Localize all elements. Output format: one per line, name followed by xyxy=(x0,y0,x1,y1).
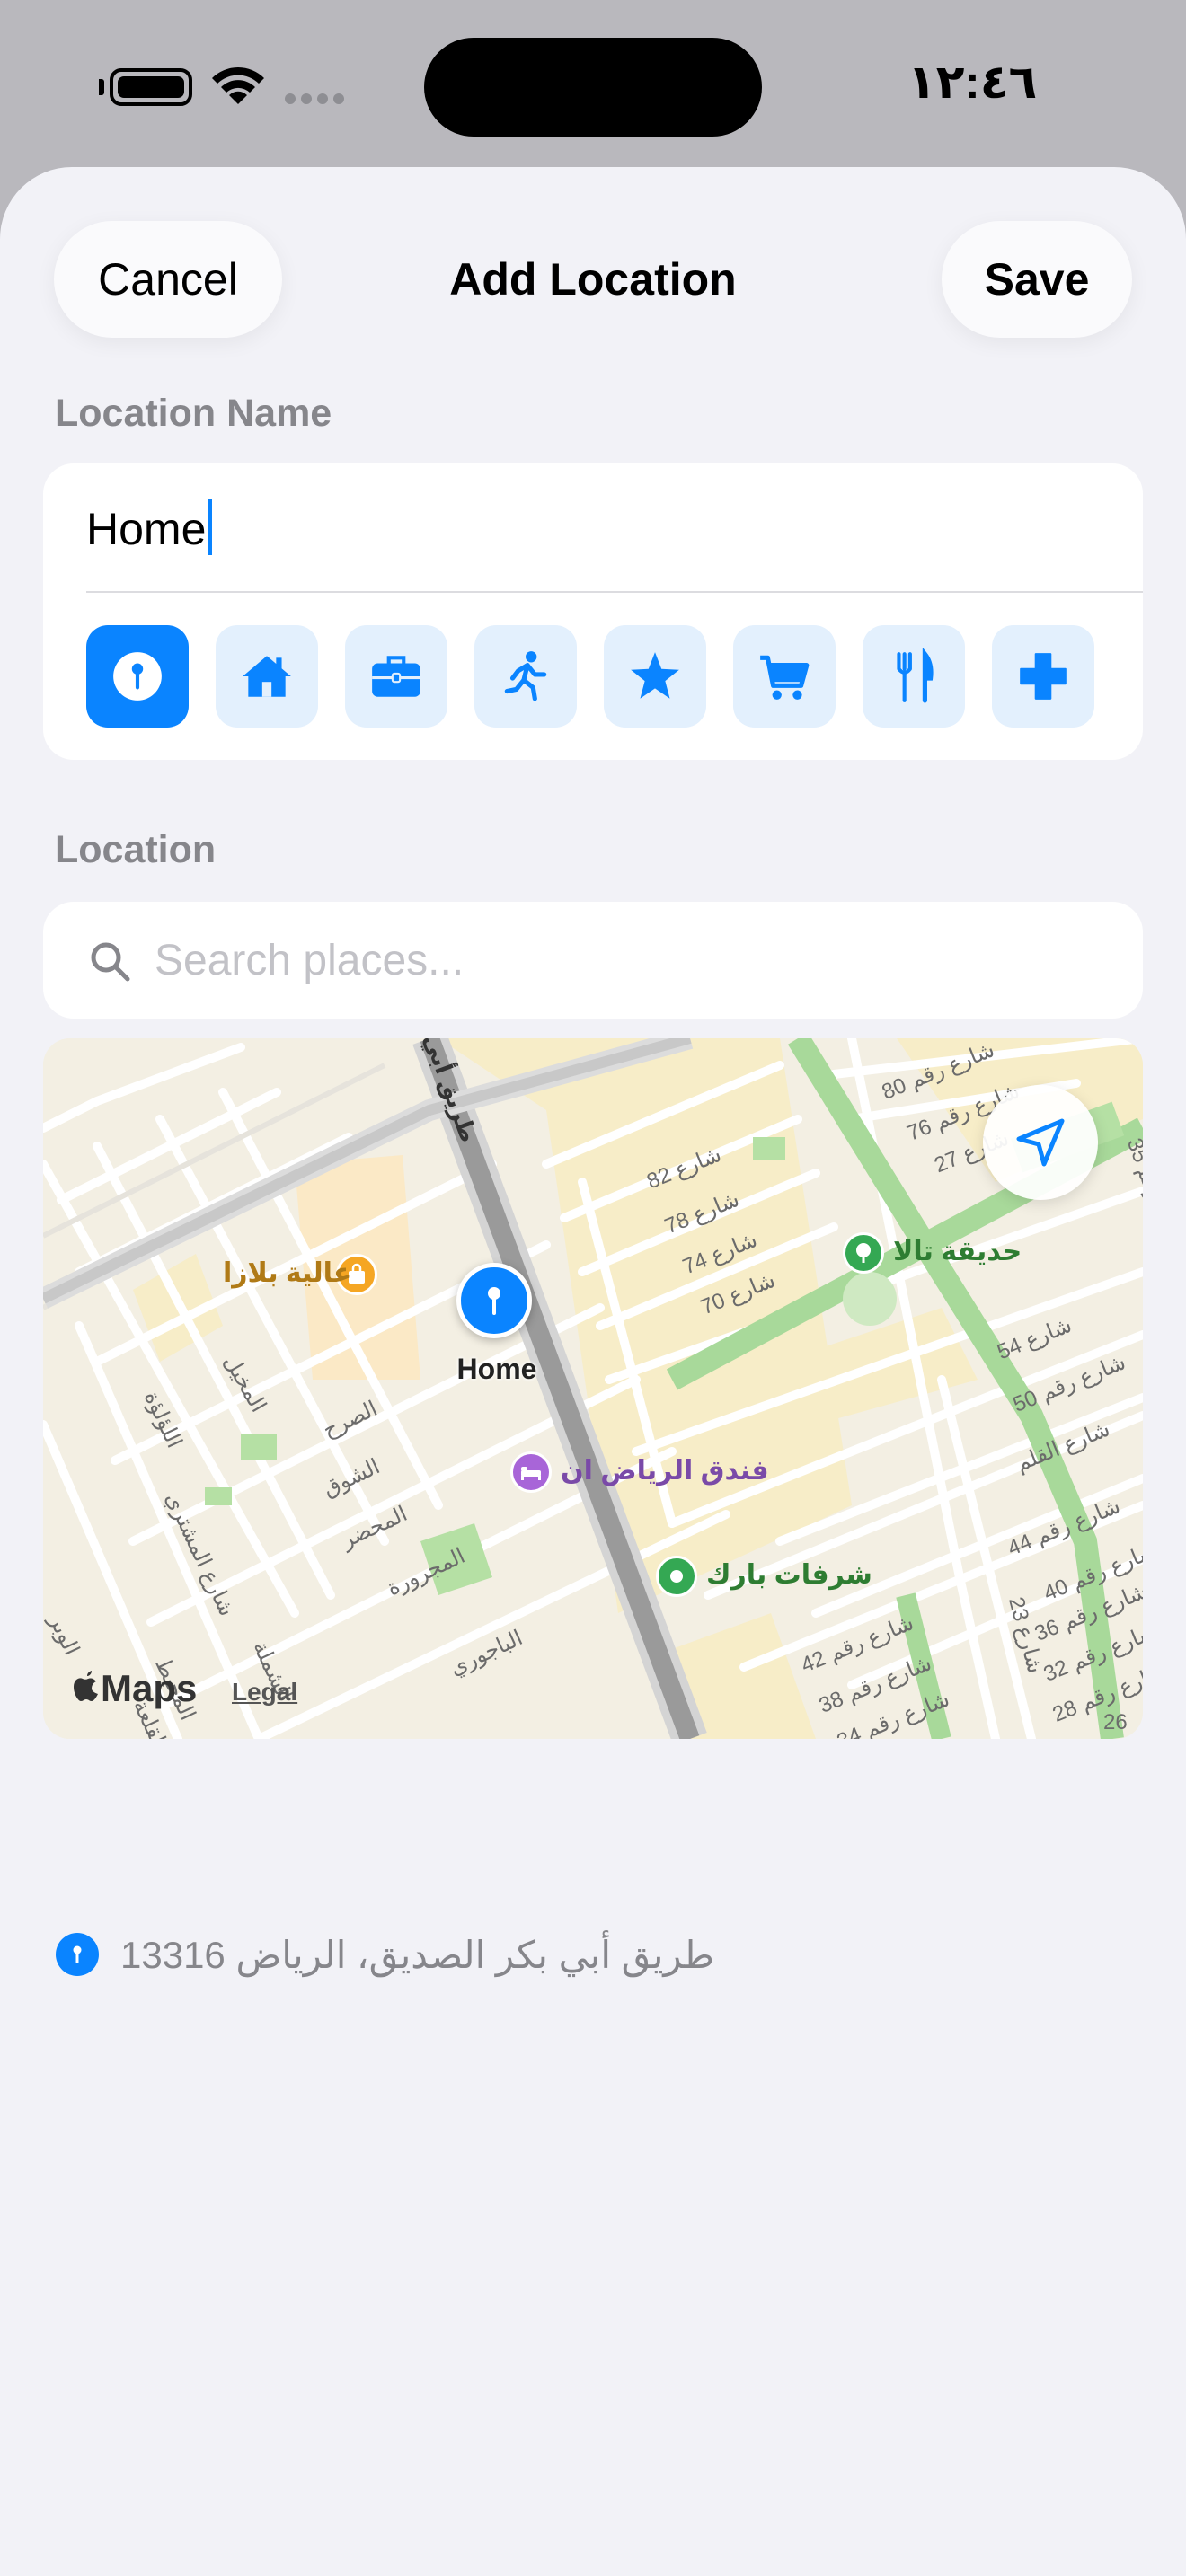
pin-icon xyxy=(488,1287,500,1315)
street-label: 26 xyxy=(1103,1710,1128,1734)
address-pin-icon xyxy=(56,1933,99,1976)
location-label: Location xyxy=(55,828,217,871)
dynamic-island xyxy=(424,38,762,137)
icon-option-house[interactable] xyxy=(216,625,318,728)
cart-icon xyxy=(760,655,810,700)
location-name-value: Home xyxy=(86,504,207,554)
bed-icon[interactable] xyxy=(510,1451,552,1493)
legal-link[interactable]: Legal xyxy=(232,1678,297,1707)
icon-option-star[interactable] xyxy=(604,625,706,728)
maps-attribution: Maps xyxy=(70,1667,197,1710)
place-label-plaza[interactable]: عالية بلازا xyxy=(223,1257,351,1289)
house-icon xyxy=(243,656,291,697)
icon-option-pin[interactable] xyxy=(86,625,189,728)
location-name-input[interactable]: Home xyxy=(86,499,213,555)
map-pin-label: Home xyxy=(456,1353,537,1385)
save-button[interactable]: Save xyxy=(942,221,1132,338)
icon-option-runner[interactable] xyxy=(474,625,577,728)
location-name-card: Home xyxy=(43,463,1143,760)
address-text: طريق أبي بكر الصديق، الرياض 13316 xyxy=(120,1933,714,1976)
icon-option-cross[interactable] xyxy=(992,625,1094,728)
icon-option-cart[interactable] xyxy=(733,625,836,728)
maps-attribution-text: Maps xyxy=(101,1667,198,1709)
status-bar: ١٢:٤٦ xyxy=(0,0,1186,171)
add-location-sheet: Cancel Add Location Save Location Name H… xyxy=(0,167,1186,2576)
location-arrow-icon xyxy=(1016,1118,1065,1167)
current-location-button[interactable] xyxy=(983,1085,1098,1200)
cellular-signal-icon xyxy=(285,93,344,104)
apple-logo-icon xyxy=(74,1671,98,1701)
search-icon xyxy=(91,942,130,982)
briefcase-icon xyxy=(372,656,420,697)
place-label-park-tala[interactable]: حديقة تالا xyxy=(893,1236,1022,1267)
battery-icon xyxy=(110,68,192,106)
status-time: ١٢:٤٦ xyxy=(907,57,1038,109)
text-caret xyxy=(208,499,213,555)
park-dot-icon[interactable] xyxy=(656,1556,697,1597)
tree-icon[interactable] xyxy=(843,1232,884,1274)
search-bar xyxy=(43,902,1143,1019)
runner-icon xyxy=(504,651,547,701)
icon-option-briefcase[interactable] xyxy=(345,625,447,728)
location-name-label: Location Name xyxy=(55,392,332,435)
place-label-hotel[interactable]: فندق الرياض ان xyxy=(561,1455,769,1486)
search-input[interactable] xyxy=(155,929,1098,992)
star-icon xyxy=(631,652,679,699)
battery-cap xyxy=(99,79,104,95)
fork-knife-icon xyxy=(897,648,934,703)
icon-option-fork-knife[interactable] xyxy=(863,625,965,728)
wifi-icon xyxy=(212,66,264,104)
place-label-shurfat-park[interactable]: شرفات بارك xyxy=(706,1559,872,1591)
pin-icon xyxy=(113,652,162,701)
divider xyxy=(86,591,1143,593)
address-row: طريق أبي بكر الصديق، الرياض 13316 xyxy=(56,1928,714,1981)
map-view[interactable]: طريق أبي شارع رقم 80 شارع رقم 76 شارع 27… xyxy=(43,1038,1143,1739)
map-pin[interactable] xyxy=(456,1263,532,1338)
cross-icon xyxy=(1020,653,1067,700)
